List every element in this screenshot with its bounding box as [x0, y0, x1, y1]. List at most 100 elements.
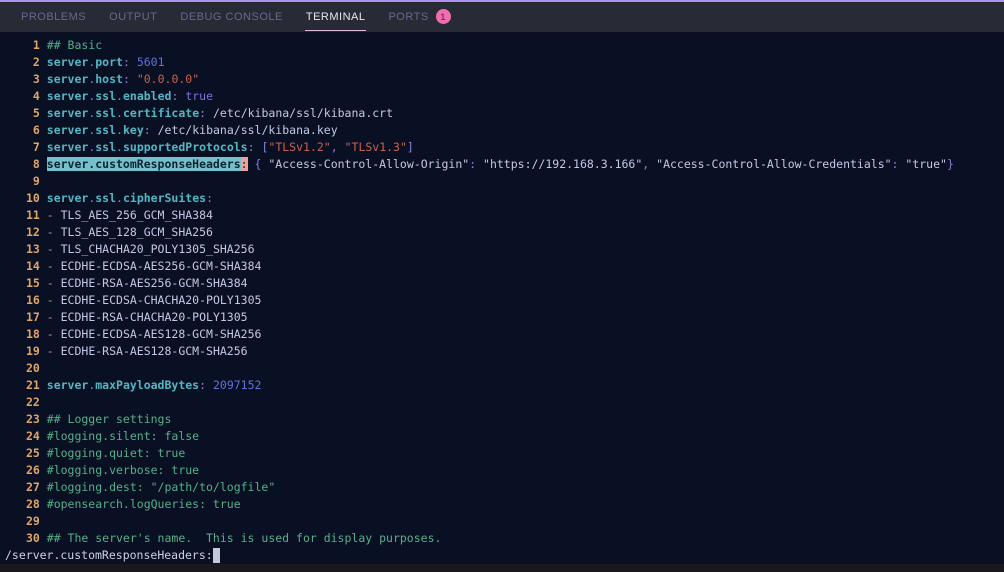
- line-content: - TLS_AES_128_GCM_SHA256: [47, 224, 213, 241]
- terminal-line: 3 server.host: "0.0.0.0": [26, 71, 1004, 88]
- token-d: -: [46, 344, 54, 358]
- line-content: #logging.quiet: true: [47, 445, 185, 462]
- line-content: - ECDHE-RSA-CHACHA20-POLY1305: [47, 309, 248, 326]
- line-number: 18: [26, 327, 40, 341]
- line-number: 3: [32, 72, 40, 86]
- line-number: 27: [26, 480, 40, 494]
- token-k: server: [46, 106, 89, 120]
- line-content: ## Logger settings: [47, 411, 172, 428]
- terminal-line: 22: [26, 394, 1004, 411]
- token-p: .: [116, 89, 123, 103]
- token-w: "true": [898, 157, 947, 171]
- terminal-line: 2 server.port: 5601: [26, 54, 1004, 71]
- line-number: 19: [26, 344, 40, 358]
- token-k: server: [46, 89, 89, 103]
- line-content: server.ssl.cipherSuites:: [47, 190, 213, 207]
- token-k: certificate: [122, 106, 200, 120]
- ports-count-badge: 1: [435, 9, 451, 24]
- panel-tab-bar: PROBLEMS OUTPUT DEBUG CONSOLE TERMINAL P…: [0, 0, 1004, 32]
- vim-buffer: 1 ## Basic 2 server.port: 5601 3 server.host:…: [0, 32, 1004, 547]
- token-d: -: [46, 276, 54, 290]
- token-k: key: [122, 123, 144, 137]
- token-p: ,: [330, 140, 338, 154]
- terminal-line: 13- TLS_CHACHA20_POLY1305_SHA256: [26, 241, 1004, 258]
- token-k: server: [46, 123, 89, 137]
- token-p: :: [247, 140, 255, 154]
- terminal-line: 10 server.ssl.cipherSuites:: [26, 190, 1004, 207]
- terminal-line: 25 #logging.quiet: true: [26, 445, 1004, 462]
- line-number: 17: [26, 310, 40, 324]
- line-number: 24: [26, 429, 40, 443]
- panel-bottom-edge: [0, 564, 1004, 572]
- token-c: #logging.quiet: true: [46, 446, 186, 460]
- line-number: 2: [32, 55, 40, 69]
- terminal-line: 21 server.maxPayloadBytes: 2097152: [26, 377, 1004, 394]
- token-w: "https://192.168.3.166": [476, 157, 643, 171]
- token-k: ssl: [95, 106, 117, 120]
- tab-problems[interactable]: PROBLEMS: [20, 3, 87, 31]
- token-k: supportedProtocols: [122, 140, 248, 154]
- terminal-line: 7 server.ssl.supportedProtocols: ["TLSv1.…: [26, 139, 1004, 156]
- token-b: true: [185, 89, 214, 103]
- line-content: #logging.verbose: true: [47, 462, 199, 479]
- line-content: server.ssl.enabled: true: [47, 88, 213, 105]
- token-w: ECDHE-ECDSA-CHACHA20-POLY1305: [53, 293, 262, 307]
- token-d: -: [46, 259, 54, 273]
- token-k: ssl: [95, 140, 117, 154]
- search-command-text: /server.customResponseHeaders:: [5, 548, 213, 562]
- token-w: [130, 72, 137, 86]
- token-w: /etc/kibana/ssl/kibana.crt: [206, 106, 394, 120]
- line-content: ## The server's name. This is used for d…: [47, 530, 442, 547]
- token-w: ECDHE-RSA-AES128-GCM-SHA256: [53, 344, 248, 358]
- token-w: "Access-Control-Allow-Credentials": [649, 157, 892, 171]
- line-content: server.customResponseHeaders: { "Access-…: [46, 156, 954, 173]
- token-p: :: [122, 72, 130, 86]
- terminal-line: 20: [26, 360, 1004, 377]
- token-w: TLS_AES_256_GCM_SHA384: [53, 208, 213, 222]
- line-content: - ECDHE-ECDSA-AES128-GCM-SHA256: [47, 326, 262, 343]
- token-s: "TLSv1.3": [344, 140, 407, 154]
- line-number: 13: [26, 242, 40, 256]
- tab-output[interactable]: OUTPUT: [108, 3, 158, 31]
- terminal-line: 18 - ECDHE-ECDSA-AES128-GCM-SHA256: [26, 326, 1004, 343]
- terminal-cursor: [212, 548, 220, 563]
- line-number: 8: [32, 157, 40, 171]
- token-k: ssl: [95, 191, 117, 205]
- line-number: 9: [32, 174, 40, 188]
- token-p: :: [143, 123, 151, 137]
- token-k: server: [46, 378, 89, 392]
- terminal-line: 8 server.customResponseHeaders: { "Access…: [26, 156, 1004, 173]
- terminal-line: 29: [26, 513, 1004, 530]
- line-content: server.ssl.supportedProtocols: ["TLSv1.2…: [47, 139, 414, 156]
- line-content: #logging.dest: "/path/to/logfile": [47, 479, 275, 496]
- line-number: 1: [32, 38, 40, 52]
- terminal-line: 24 #logging.silent: false: [26, 428, 1004, 445]
- terminal-line: 12 - TLS_AES_128_GCM_SHA256: [26, 224, 1004, 241]
- terminal-line: 6 server.ssl.key: /etc/kibana/ssl/kibana.…: [26, 122, 1004, 139]
- line-number: 20: [26, 361, 40, 375]
- terminal-line: 9: [26, 173, 1004, 190]
- token-s: "TLSv1.2": [268, 140, 331, 154]
- line-number: 30: [26, 531, 40, 545]
- tab-ports[interactable]: PORTS 1: [387, 3, 451, 31]
- tab-terminal[interactable]: TERMINAL: [304, 3, 367, 31]
- line-number: 22: [26, 395, 40, 409]
- token-d: -: [46, 208, 54, 222]
- panel-window: PROBLEMS OUTPUT DEBUG CONSOLE TERMINAL P…: [0, 0, 1004, 572]
- terminal-view[interactable]: 1 ## Basic 2 server.port: 5601 3 server.host:…: [0, 32, 1004, 572]
- line-number: 15: [26, 276, 40, 290]
- terminal-line: 11- TLS_AES_256_GCM_SHA384: [26, 207, 1004, 224]
- token-k: ssl: [95, 123, 117, 137]
- token-k: server: [46, 72, 89, 86]
- line-content: - ECDHE-ECDSA-AES256-GCM-SHA384: [47, 258, 262, 275]
- token-w: [338, 140, 345, 154]
- line-number: 25: [26, 446, 40, 460]
- token-d: -: [46, 242, 54, 256]
- token-c: #logging.silent: false: [46, 429, 200, 443]
- tab-debug-console[interactable]: DEBUG CONSOLE: [179, 3, 283, 31]
- terminal-line: 26 #logging.verbose: true: [26, 462, 1004, 479]
- line-number: 12: [26, 225, 40, 239]
- vim-search-command-line: /server.customResponseHeaders:: [5, 547, 220, 564]
- token-n: 2097152: [212, 378, 262, 392]
- token-c: #logging.dest: "/path/to/logfile": [46, 480, 276, 494]
